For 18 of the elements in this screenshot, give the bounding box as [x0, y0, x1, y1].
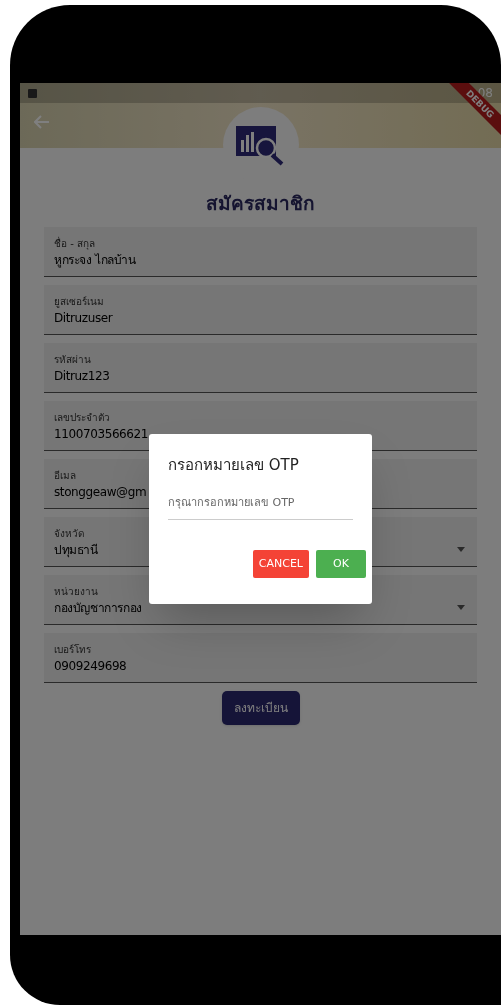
field-value: Ditruz123: [54, 368, 110, 385]
field-label: เลขประจำตัว: [54, 411, 111, 424]
field-value: หูกระจง ไกลบ้าน: [54, 252, 136, 270]
field-label: ชื่อ - สกุล: [54, 237, 96, 250]
field-label: เบอร์โทร: [54, 643, 92, 656]
dialog-title: กรอกหมายเลข OTP: [168, 455, 300, 476]
field-label: ยูสเซอร์เนม: [54, 295, 105, 308]
field-value: stonggeaw@gm: [54, 484, 147, 501]
page-title: สมัครสมาชิก: [206, 191, 315, 216]
field-label: รหัสผ่าน: [54, 353, 92, 366]
field-value: กองบัญชาการกอง: [54, 600, 142, 617]
field-label: หน่วยงาน: [54, 585, 99, 598]
field-value: 0909249698: [54, 658, 127, 675]
field-value: 1100703566621: [54, 426, 149, 443]
field-value: Ditruzuser: [54, 310, 113, 327]
field-label: อีเมล: [54, 469, 77, 482]
field-label: จังหวัด: [54, 527, 85, 540]
field-value: ปทุมธานี: [54, 542, 98, 560]
